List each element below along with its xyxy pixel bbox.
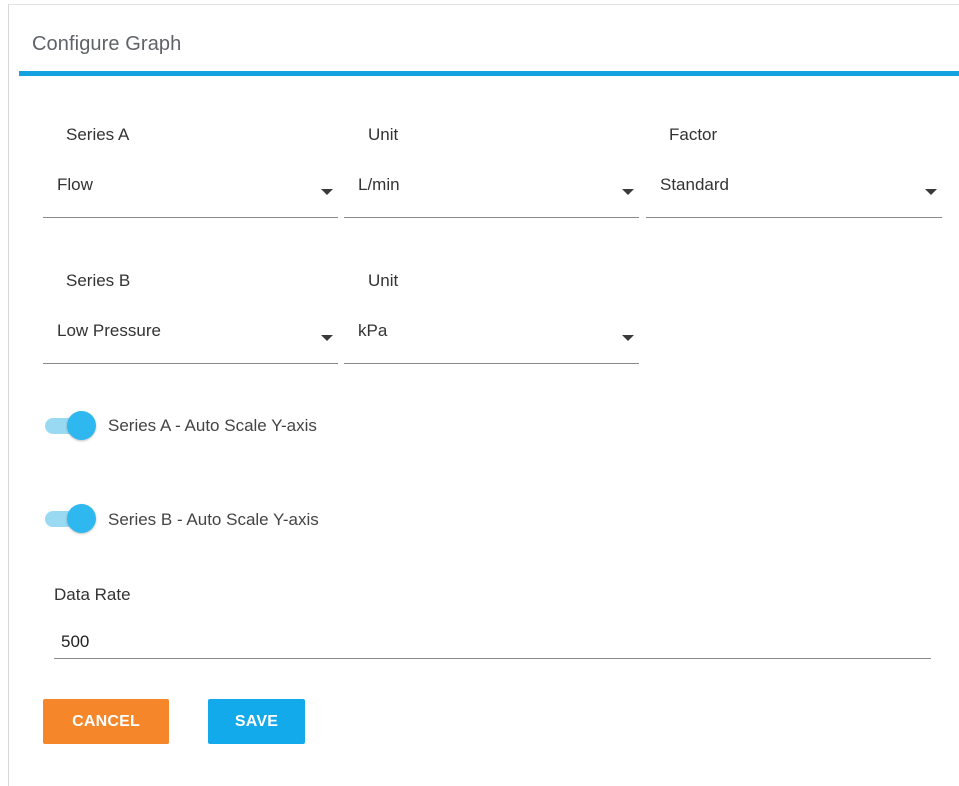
series-b-unit-label: Unit [368,271,399,290]
series-a-factor-label: Factor [669,125,718,144]
caret-down-icon [321,335,333,341]
configure-graph-dialog: Configure Graph Series A Flow Unit L/min… [8,4,959,786]
series-a-factor-selected-value: Standard [660,175,729,194]
series-a-label: Series A [66,125,130,144]
series-b-label: Series B [66,271,131,290]
save-button[interactable]: SAVE [208,699,305,744]
toggle-thumb [67,411,96,440]
data-rate-label: Data Rate [54,585,131,604]
toggle-thumb [67,504,96,533]
cancel-button[interactable]: CANCEL [43,699,169,744]
caret-down-icon [925,189,937,195]
series-b-selected-value: Low Pressure [57,321,161,340]
series-a-select[interactable]: Flow [43,169,338,218]
series-b-select[interactable]: Low Pressure [43,315,338,364]
data-rate-input[interactable] [54,625,931,659]
caret-down-icon [622,335,634,341]
series-a-unit-selected-value: L/min [358,175,400,194]
series-a-unit-label: Unit [368,125,399,144]
caret-down-icon [321,189,333,195]
title-divider [19,71,959,76]
series-a-selected-value: Flow [57,175,93,194]
series-b-autoscale-toggle[interactable] [45,503,97,535]
series-b-unit-selected-value: kPa [358,321,388,340]
series-a-factor-select[interactable]: Standard [646,169,942,218]
caret-down-icon [622,189,634,195]
series-a-autoscale-toggle[interactable] [45,410,97,442]
series-b-autoscale-label: Series B - Auto Scale Y-axis [108,510,319,529]
series-b-unit-select[interactable]: kPa [344,315,639,364]
series-a-autoscale-label: Series A - Auto Scale Y-axis [108,416,317,435]
dialog-title: Configure Graph [32,33,182,55]
series-a-unit-select[interactable]: L/min [344,169,639,218]
